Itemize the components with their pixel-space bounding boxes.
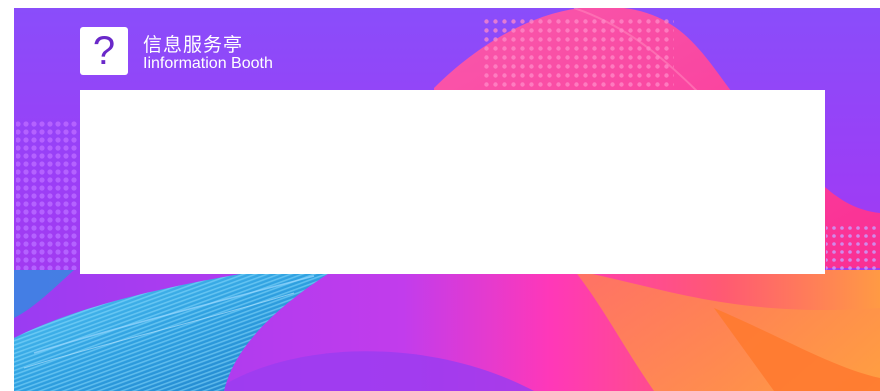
dot-pattern-right xyxy=(826,223,880,273)
dot-pattern-top xyxy=(484,16,674,96)
question-mark-icon: ? xyxy=(92,29,116,73)
info-booth-banner: ? 信息服务亭 Iinformation Booth xyxy=(14,8,880,391)
title-chinese: 信息服务亭 xyxy=(143,34,244,56)
dot-pattern-left xyxy=(16,120,78,278)
logo-badge: ? xyxy=(80,27,128,75)
page: ? 信息服务亭 Iinformation Booth xyxy=(0,0,880,391)
title-english: Iinformation Booth xyxy=(143,55,273,72)
content-panel xyxy=(80,90,825,274)
